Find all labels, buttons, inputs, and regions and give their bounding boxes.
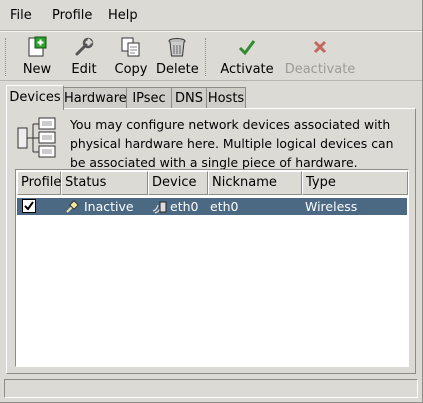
status-bar xyxy=(4,379,418,398)
x-icon xyxy=(313,40,327,54)
tab-devices[interactable]: Devices xyxy=(6,85,64,110)
column-header-profile-label: Profile xyxy=(21,175,62,190)
checkmark-icon xyxy=(24,201,34,211)
column-header-type[interactable]: Type xyxy=(302,171,408,195)
new-icon xyxy=(28,36,47,57)
column-header-nickname-label: Nickname xyxy=(212,175,277,190)
copy-icon xyxy=(121,37,140,57)
profile-checkbox[interactable] xyxy=(22,199,36,213)
devices-panel: You may configure network devices associ… xyxy=(6,108,416,374)
network-devices-icon xyxy=(17,117,56,158)
column-header-type-label: Type xyxy=(306,175,336,190)
tab-hosts[interactable]: Hosts xyxy=(206,87,246,109)
tab-hardware[interactable]: Hardware xyxy=(63,87,127,109)
tab-ipsec-label: IPsec xyxy=(132,91,166,106)
tab-ipsec[interactable]: IPsec xyxy=(126,87,172,109)
copy-button-label: Copy xyxy=(114,62,148,77)
device-cell: eth0 xyxy=(170,199,199,214)
info-text: You may configure network devices associ… xyxy=(70,117,394,170)
toolbar: New Edit Copy Delete Activate Deactivate xyxy=(0,31,422,81)
toolbar-grip xyxy=(5,38,7,76)
table-row[interactable]: Inactive eth0 eth0 Wireless xyxy=(17,198,407,215)
column-header-device[interactable]: Device xyxy=(148,171,208,195)
new-button-label: New xyxy=(22,62,52,77)
menu-profile[interactable]: Profile xyxy=(52,8,92,23)
tab-devices-label: Devices xyxy=(9,90,61,105)
menu-file-label: File xyxy=(10,8,32,23)
inactive-plug-icon xyxy=(66,200,79,213)
type-cell: Wireless xyxy=(305,199,358,214)
column-header-device-label: Device xyxy=(152,175,197,190)
wireless-device-icon xyxy=(152,201,167,214)
menu-bar: File Profile Help xyxy=(0,0,422,31)
edit-wrench-icon xyxy=(75,37,94,56)
toolbar-separator xyxy=(205,38,207,76)
tab-hosts-label: Hosts xyxy=(207,91,245,106)
tab-hardware-label: Hardware xyxy=(64,91,127,106)
column-header-status[interactable]: Status xyxy=(61,171,148,195)
column-header-nickname[interactable]: Nickname xyxy=(208,171,302,195)
tab-dns-label: DNS xyxy=(175,91,203,106)
delete-button-label: Delete xyxy=(156,62,199,77)
deactivate-button-label: Deactivate xyxy=(284,62,356,77)
menu-help-label: Help xyxy=(108,8,138,23)
column-header-profile[interactable]: Profile xyxy=(17,171,61,195)
edit-button-label: Edit xyxy=(71,62,97,77)
delete-button[interactable]: Delete xyxy=(156,34,199,80)
deactivate-button[interactable]: Deactivate xyxy=(284,34,356,80)
edit-button[interactable]: Edit xyxy=(64,34,104,80)
device-list[interactable]: Profile Status Device Nickname Type Inac… xyxy=(15,169,409,367)
nickname-cell: eth0 xyxy=(210,199,239,214)
menu-profile-label: Profile xyxy=(52,8,93,23)
tab-dns[interactable]: DNS xyxy=(171,87,207,109)
new-button[interactable]: New xyxy=(16,34,58,80)
menu-help[interactable]: Help xyxy=(108,8,138,23)
network-config-window: File Profile Help New Edit Copy Delete A… xyxy=(0,0,423,403)
trash-icon xyxy=(168,38,186,57)
checkmark-icon xyxy=(238,40,256,56)
activate-button-label: Activate xyxy=(220,62,274,77)
copy-button[interactable]: Copy xyxy=(110,34,152,80)
column-header-status-label: Status xyxy=(65,175,107,190)
status-cell: Inactive xyxy=(84,199,134,214)
activate-button[interactable]: Activate xyxy=(219,34,275,80)
menu-file[interactable]: File xyxy=(10,8,32,23)
